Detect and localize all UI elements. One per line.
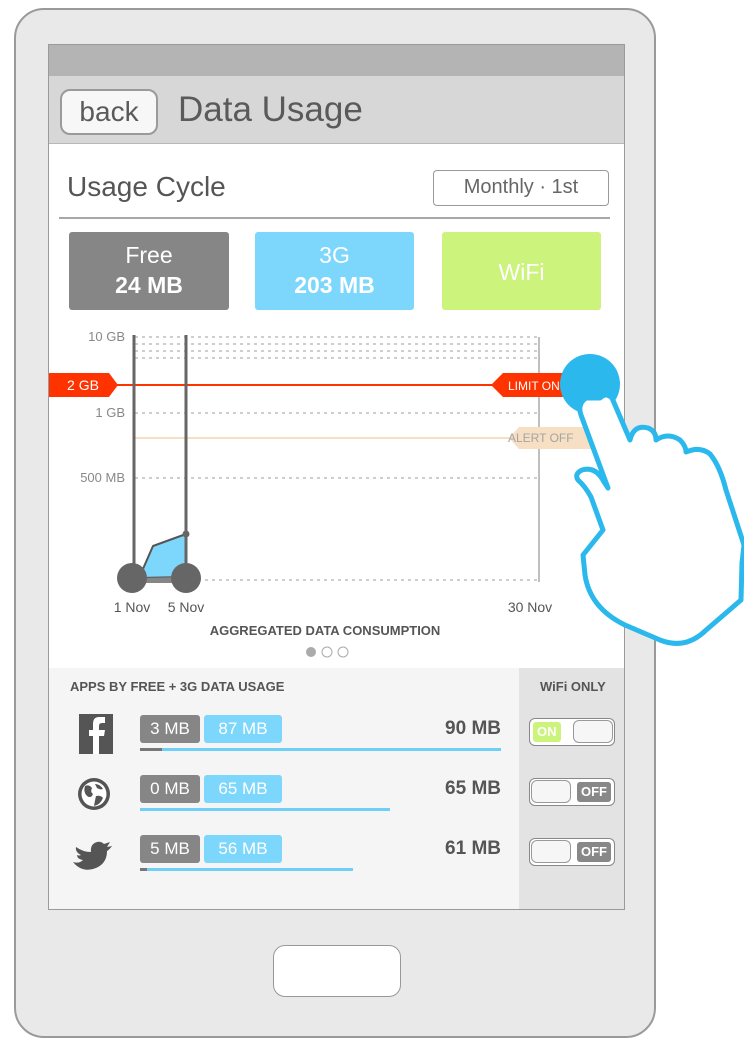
hand-pointer-icon (574, 392, 744, 646)
touch-gesture-overlay (560, 354, 744, 646)
